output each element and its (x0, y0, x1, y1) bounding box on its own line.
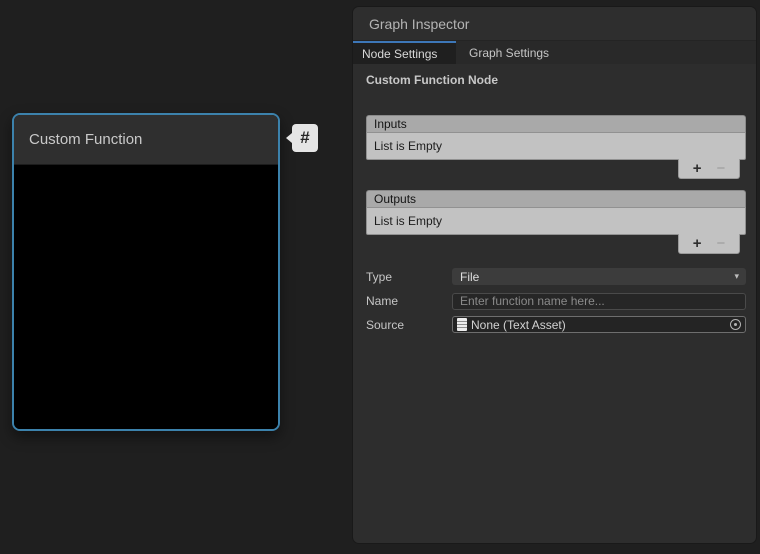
source-row: Source None (Text Asset) (366, 316, 746, 333)
panel-title: Graph Inspector (369, 16, 469, 32)
inputs-empty-text: List is Empty (374, 139, 442, 153)
type-dropdown-value: File (460, 270, 479, 284)
node-hash-badge[interactable]: # (292, 124, 318, 152)
chevron-down-icon: ▾ (734, 271, 739, 282)
outputs-remove-button[interactable]: − (717, 236, 726, 251)
badge-tail-icon (286, 133, 292, 143)
function-name-input[interactable] (452, 293, 746, 310)
source-object-field[interactable]: None (Text Asset) (452, 316, 746, 333)
outputs-list-header: Outputs (366, 190, 746, 207)
node-properties: Type File ▾ Name Source (366, 268, 746, 333)
inspector-tabbar: Node Settings Graph Settings (353, 40, 756, 64)
inspector-body: Custom Function Node Inputs List is Empt… (353, 64, 756, 333)
outputs-empty-text: List is Empty (374, 214, 442, 228)
type-row: Type File ▾ (366, 268, 746, 285)
object-picker-icon[interactable] (730, 319, 741, 330)
source-object-value: None (Text Asset) (471, 318, 566, 332)
custom-function-node[interactable]: Custom Function (12, 113, 280, 431)
shader-graph-canvas[interactable]: Custom Function # Graph Inspector Node S… (0, 0, 760, 554)
outputs-footer-buttons: + − (678, 234, 740, 254)
node-title-bar[interactable]: Custom Function (14, 115, 278, 165)
inputs-list-header: Inputs (366, 115, 746, 132)
outputs-list-body: List is Empty (366, 207, 746, 235)
outputs-add-button[interactable]: + (693, 236, 702, 251)
inputs-list: Inputs List is Empty + − (366, 115, 746, 179)
hash-icon: # (300, 128, 309, 148)
tab-graph-settings-label: Graph Settings (469, 46, 549, 60)
node-preview-area (14, 165, 278, 429)
tab-node-settings[interactable]: Node Settings (353, 41, 456, 64)
type-dropdown[interactable]: File ▾ (452, 268, 746, 285)
outputs-list: Outputs List is Empty + − (366, 190, 746, 254)
inputs-add-button[interactable]: + (693, 161, 702, 176)
name-row: Name (366, 292, 746, 309)
name-label: Name (366, 294, 452, 308)
inputs-remove-button[interactable]: − (717, 161, 726, 176)
text-asset-icon (457, 318, 467, 331)
type-label: Type (366, 270, 452, 284)
inputs-list-body: List is Empty (366, 132, 746, 160)
source-label: Source (366, 318, 452, 332)
inputs-list-footer: + − (366, 160, 746, 179)
inputs-footer-buttons: + − (678, 159, 740, 179)
section-title: Custom Function Node (366, 73, 746, 87)
inputs-list-title: Inputs (374, 117, 407, 131)
graph-inspector-header[interactable]: Graph Inspector (353, 7, 756, 40)
outputs-list-footer: + − (366, 235, 746, 254)
node-title: Custom Function (29, 131, 142, 148)
graph-inspector-panel: Graph Inspector Node Settings Graph Sett… (353, 7, 756, 543)
tab-graph-settings[interactable]: Graph Settings (456, 41, 563, 64)
tab-node-settings-label: Node Settings (362, 47, 437, 61)
outputs-list-title: Outputs (374, 192, 416, 206)
